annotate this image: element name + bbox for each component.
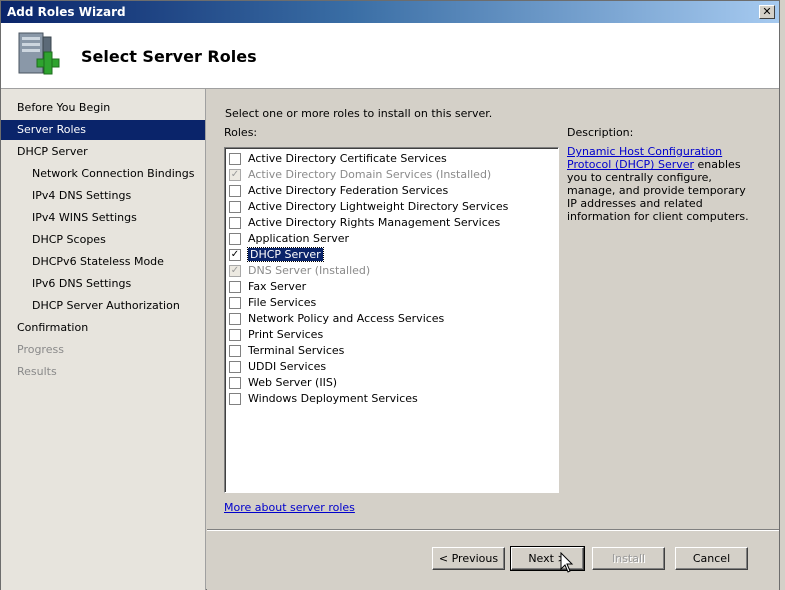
role-checkbox[interactable]: [229, 217, 241, 229]
role-item[interactable]: Active Directory Federation Services: [229, 183, 549, 199]
close-button[interactable]: ✕: [759, 5, 775, 19]
role-checkbox[interactable]: [229, 377, 241, 389]
role-label: Print Services: [248, 328, 324, 341]
page-title: Select Server Roles: [81, 47, 257, 66]
roles-label: Roles:: [224, 126, 258, 139]
role-item[interactable]: Fax Server: [229, 279, 549, 295]
nav-step-dhcpv6-stateless-mode[interactable]: DHCPv6 Stateless Mode: [1, 252, 205, 272]
role-label: Web Server (IIS): [248, 376, 338, 389]
button-separator: [207, 529, 779, 531]
wizard-content: Select one or more roles to install on t…: [207, 89, 779, 590]
role-label: DNS Server (Installed): [248, 264, 371, 277]
role-checkbox[interactable]: [229, 345, 241, 357]
role-checkbox[interactable]: [229, 185, 241, 197]
role-item[interactable]: Print Services: [229, 327, 549, 343]
role-label: Network Policy and Access Services: [248, 312, 445, 325]
role-item[interactable]: Network Policy and Access Services: [229, 311, 549, 327]
window-title: Add Roles Wizard: [7, 5, 126, 19]
role-label: Fax Server: [248, 280, 307, 293]
role-checkbox-installed: ✓: [229, 265, 241, 277]
role-item[interactable]: Active Directory Certificate Services: [229, 151, 549, 167]
wizard-steps-nav: Before You Begin Server Roles DHCP Serve…: [1, 89, 206, 590]
role-item[interactable]: File Services: [229, 295, 549, 311]
nav-step-before-you-begin[interactable]: Before You Begin: [1, 98, 205, 118]
nav-step-confirmation[interactable]: Confirmation: [1, 318, 205, 338]
add-roles-wizard-window: Add Roles Wizard ✕ Select Server Roles B…: [0, 0, 780, 590]
intro-text: Select one or more roles to install on t…: [225, 107, 493, 120]
role-checkbox[interactable]: [229, 361, 241, 373]
role-label: Terminal Services: [248, 344, 345, 357]
role-label-selected: DHCP Server: [247, 247, 324, 262]
nav-step-dhcp-scopes[interactable]: DHCP Scopes: [1, 230, 205, 250]
previous-button[interactable]: < Previous: [432, 547, 505, 570]
role-checkbox[interactable]: [229, 281, 241, 293]
role-checkbox[interactable]: [229, 297, 241, 309]
description-text: Dynamic Host Configuration Protocol (DHC…: [567, 145, 757, 223]
cancel-button[interactable]: Cancel: [675, 547, 748, 570]
nav-step-ipv4-dns-settings[interactable]: IPv4 DNS Settings: [1, 186, 205, 206]
role-label: Application Server: [248, 232, 350, 245]
nav-step-progress: Progress: [17, 343, 64, 356]
wizard-header: Select Server Roles: [1, 23, 779, 89]
role-checkbox[interactable]: [229, 329, 241, 341]
nav-step-results: Results: [17, 365, 57, 378]
role-item[interactable]: Web Server (IIS): [229, 375, 549, 391]
nav-step-server-roles[interactable]: Server Roles: [1, 120, 205, 140]
roles-listbox[interactable]: Active Directory Certificate Services ✓ …: [224, 147, 559, 493]
role-checkbox[interactable]: [229, 393, 241, 405]
role-label: Windows Deployment Services: [248, 392, 418, 405]
role-label: Active Directory Rights Management Servi…: [248, 216, 501, 229]
role-checkbox-installed: ✓: [229, 169, 241, 181]
mouse-pointer-icon: [560, 552, 574, 573]
role-item[interactable]: UDDI Services: [229, 359, 549, 375]
nav-step-dhcp-server-authorization[interactable]: DHCP Server Authorization: [1, 296, 205, 316]
role-label: UDDI Services: [248, 360, 327, 373]
role-item[interactable]: Application Server: [229, 231, 549, 247]
role-item: ✓ Active Directory Domain Services (Inst…: [229, 167, 549, 183]
role-checkbox[interactable]: [229, 201, 241, 213]
nav-step-network-connection-bindings[interactable]: Network Connection Bindings: [1, 164, 205, 184]
role-label: File Services: [248, 296, 317, 309]
role-item[interactable]: Terminal Services: [229, 343, 549, 359]
nav-step-ipv4-wins-settings[interactable]: IPv4 WINS Settings: [1, 208, 205, 228]
role-item[interactable]: Active Directory Rights Management Servi…: [229, 215, 549, 231]
role-label: Active Directory Lightweight Directory S…: [248, 200, 509, 213]
nav-step-dhcp-server[interactable]: DHCP Server: [1, 142, 205, 162]
nav-step-ipv6-dns-settings[interactable]: IPv6 DNS Settings: [1, 274, 205, 294]
more-about-server-roles-link[interactable]: More about server roles: [224, 501, 355, 514]
role-checkbox-checked[interactable]: ✓: [229, 249, 241, 261]
role-item[interactable]: Windows Deployment Services: [229, 391, 549, 407]
role-checkbox[interactable]: [229, 233, 241, 245]
role-label: Active Directory Certificate Services: [248, 152, 447, 165]
role-checkbox[interactable]: [229, 153, 241, 165]
server-add-icon: [18, 32, 60, 75]
role-item[interactable]: ✓ DHCP Server: [229, 247, 549, 263]
role-checkbox[interactable]: [229, 313, 241, 325]
role-item[interactable]: Active Directory Lightweight Directory S…: [229, 199, 549, 215]
role-item: ✓ DNS Server (Installed): [229, 263, 549, 279]
role-label: Active Directory Domain Services (Instal…: [248, 168, 492, 181]
description-label: Description:: [567, 126, 634, 139]
install-button: Install: [592, 547, 665, 570]
title-bar[interactable]: Add Roles Wizard ✕: [1, 1, 779, 23]
role-label: Active Directory Federation Services: [248, 184, 449, 197]
